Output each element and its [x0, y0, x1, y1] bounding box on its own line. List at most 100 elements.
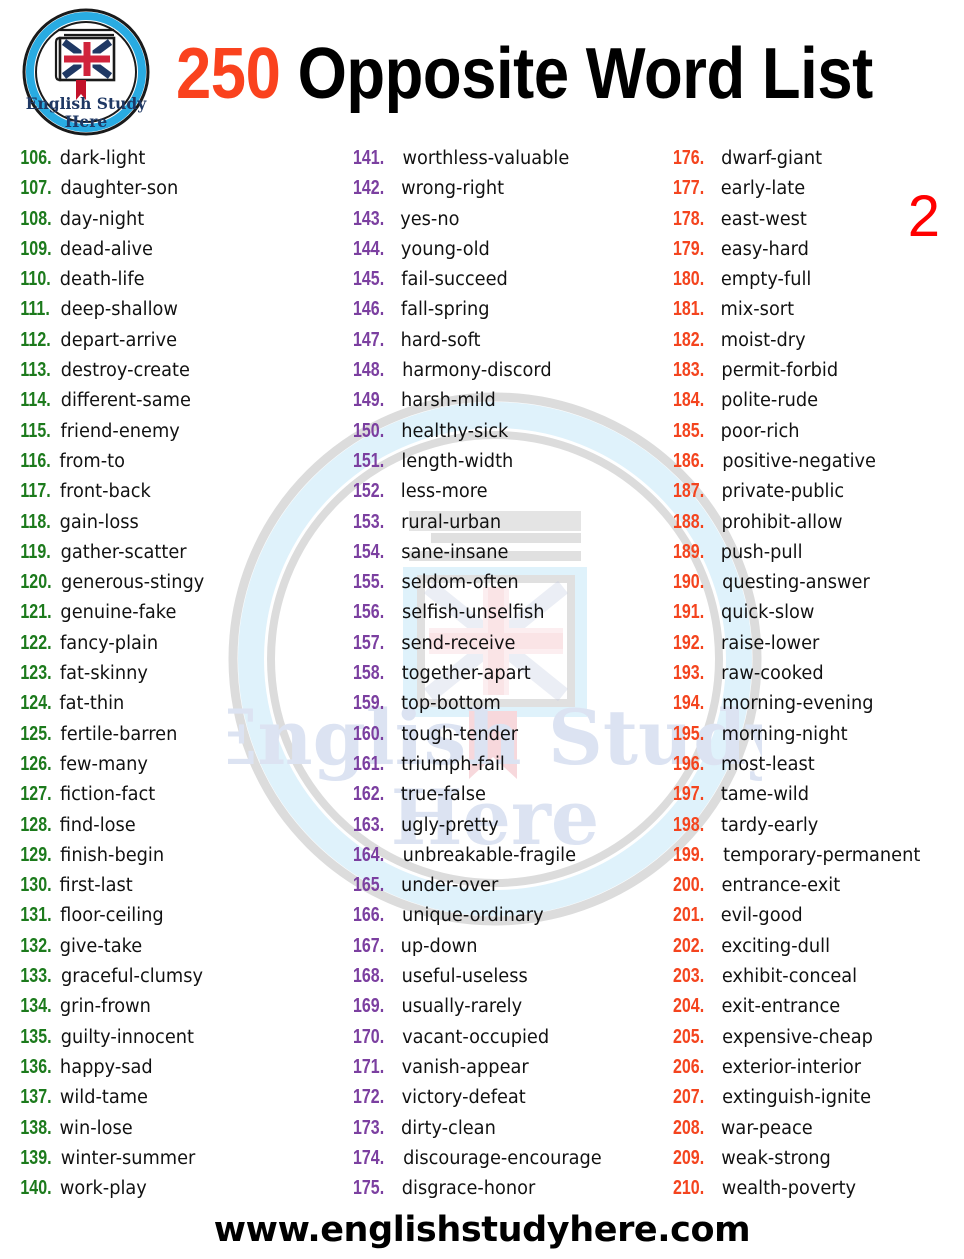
word-row-pair: wrong-right	[401, 178, 505, 200]
word-row-number: 178.	[673, 207, 705, 230]
word-row-number: 164.	[353, 843, 385, 866]
word-row: 169. usually-rarely	[348, 996, 666, 1026]
word-row-number: 157.	[353, 631, 385, 654]
word-row-number: 197.	[673, 783, 705, 806]
word-row: 152. less-more	[348, 481, 666, 511]
word-row-pair: selfish-unselfish	[401, 602, 545, 624]
word-row-pair: send-receive	[401, 632, 516, 654]
word-row-pair: quick-slow	[720, 602, 815, 624]
word-row: 154. sane-insane	[348, 542, 666, 572]
word-row-number: 131.	[20, 904, 52, 927]
word-row-pair: true-false	[400, 784, 486, 806]
word-row-number: 138.	[20, 1116, 52, 1139]
logo-text-line2: Here	[65, 112, 108, 131]
word-row: 203. exhibit-conceal	[668, 966, 960, 996]
word-row-pair: push-pull	[720, 541, 803, 563]
word-row-number: 124.	[20, 692, 52, 715]
word-row-number: 149.	[353, 389, 385, 412]
word-row-number: 132.	[20, 934, 52, 957]
word-row: 117. front-back	[16, 481, 346, 511]
word-row-number: 154.	[353, 540, 385, 563]
word-row: 122. fancy-plain	[16, 633, 346, 663]
word-row: 163. ugly-pretty	[348, 815, 666, 845]
word-row-number: 148.	[353, 359, 385, 382]
word-column-3: 176. dwarf-giant 177. early-late 178. east-we…	[668, 148, 960, 1208]
word-row-pair: healthy-sick	[401, 420, 509, 442]
word-row: 190. questing-answer	[668, 572, 960, 602]
word-row: 143. yes-no	[348, 209, 666, 239]
word-row: 124. fat-thin	[16, 693, 346, 723]
word-row-pair: sane-insane	[401, 541, 509, 563]
word-row-pair: seldom-often	[401, 572, 519, 594]
word-row: 137. wild-tame	[16, 1087, 346, 1117]
word-row: 133. graceful-clumsy	[16, 966, 346, 996]
word-row: 187. private-public	[668, 481, 960, 511]
word-row-number: 115.	[20, 419, 51, 442]
word-row-number: 135.	[20, 1025, 52, 1048]
word-row-number: 118.	[20, 510, 51, 533]
word-row: 145. fail-succeed	[348, 269, 666, 299]
word-row-pair: day-night	[59, 208, 145, 230]
word-row-number: 193.	[673, 662, 705, 685]
word-row-number: 116.	[20, 449, 51, 472]
word-row-pair: disgrace-honor	[401, 1178, 536, 1200]
word-row-pair: unbreakable-fragile	[402, 844, 577, 866]
word-row: 199. temporary-permanent	[668, 845, 960, 875]
word-row: 107. daughter-son	[16, 178, 346, 208]
word-row: 196. most-least	[668, 754, 960, 784]
word-row: 112. depart-arrive	[16, 330, 346, 360]
word-row-pair: fat-thin	[59, 693, 125, 715]
word-row-number: 196.	[673, 752, 705, 775]
word-row: 116. from-to	[16, 451, 346, 481]
word-row: 115. friend-enemy	[16, 421, 346, 451]
word-row: 132. give-take	[16, 936, 346, 966]
word-row-pair: front-back	[59, 481, 151, 503]
website-url[interactable]: www.englishstudyhere.com	[203, 1209, 761, 1251]
word-row-pair: find-lose	[59, 814, 136, 836]
word-row: 118. gain-loss	[16, 512, 346, 542]
word-row-number: 190.	[673, 571, 705, 594]
word-row-pair: guilty-innocent	[60, 1026, 194, 1048]
word-row-number: 204.	[673, 995, 705, 1018]
word-row-number: 136.	[20, 1055, 52, 1078]
word-row-number: 199.	[673, 843, 705, 866]
word-row-number: 146.	[353, 298, 385, 321]
word-row: 210. wealth-poverty	[668, 1178, 960, 1208]
word-row-pair: winter-summer	[60, 1147, 196, 1169]
word-row: 156. selfish-unselfish	[348, 602, 666, 632]
word-row-number: 140.	[20, 1177, 52, 1200]
word-row: 120. generous-stingy	[16, 572, 346, 602]
page-number: 2	[907, 184, 940, 249]
word-row: 130. first-last	[16, 875, 346, 905]
word-row-number: 188.	[673, 510, 705, 533]
word-row-number: 151.	[353, 449, 385, 472]
word-row-number: 163.	[353, 813, 385, 836]
word-row: 185. poor-rich	[668, 421, 960, 451]
word-row-pair: exit-entrance	[721, 996, 841, 1018]
word-row-pair: tough-tender	[401, 723, 519, 745]
word-row-number: 194.	[673, 692, 705, 715]
word-row: 110. death-life	[16, 269, 346, 299]
word-row-pair: most-least	[720, 753, 815, 775]
page-header: English Study Here 250 Opposite Word Lis…	[0, 0, 964, 145]
word-row: 151. length-width	[348, 451, 666, 481]
word-row: 136. happy-sad	[16, 1057, 346, 1087]
word-row-number: 137.	[20, 1086, 52, 1109]
word-row-pair: death-life	[59, 269, 145, 291]
word-row-pair: empty-full	[720, 269, 812, 291]
word-row-number: 109.	[20, 237, 52, 260]
word-row: 127. fiction-fact	[16, 784, 346, 814]
word-row-number: 110.	[20, 268, 51, 291]
word-row-number: 173.	[353, 1116, 385, 1139]
word-row: 202. exciting-dull	[668, 936, 960, 966]
word-row-number: 191.	[673, 601, 705, 624]
word-row-number: 156.	[353, 601, 385, 624]
word-row: 148. harmony-discord	[348, 360, 666, 390]
word-row-pair: harmony-discord	[402, 360, 552, 382]
word-row-number: 144.	[353, 237, 385, 260]
word-row: 126. few-many	[16, 754, 346, 784]
word-row-number: 177.	[673, 177, 705, 200]
word-row: 162. true-false	[348, 784, 666, 814]
word-row-pair: hard-soft	[400, 329, 481, 351]
word-row-pair: gain-loss	[59, 511, 139, 533]
